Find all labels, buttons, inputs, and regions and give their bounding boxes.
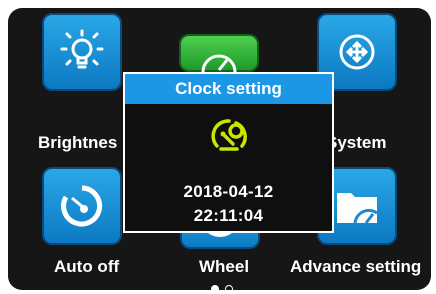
gauge-icon [201,54,237,72]
auto-off-label: Auto off [54,257,120,276]
system-arrows-icon [339,34,375,70]
dialog-time: 22:11:04 [193,206,264,225]
wheel-label: Wheel [199,257,250,276]
advance-setting-label: Advance setting [290,257,422,276]
page-dot-inactive[interactable] [225,285,233,290]
bulb-icon [60,29,104,69]
clock-setting-dialog: Clock setting 2018-04-12 22:11:04 [123,72,334,233]
brightness-label: Brightnes [38,133,118,152]
dialog-title: Clock setting [125,74,332,104]
dialog-date: 2018-04-12 [183,182,274,201]
page-dot-active[interactable] [211,285,219,290]
page-indicator [211,285,233,290]
screen: Brightnes System Auto off Wheel Advance … [8,8,431,290]
clock-setting-tile[interactable] [179,34,259,72]
gauge-wrench-icon [211,119,247,151]
auto-off-tile[interactable] [42,167,122,245]
folder-gauge-icon [337,193,378,224]
power-timer-icon [61,185,103,227]
system-label: System [326,133,387,152]
brightness-tile[interactable] [42,13,122,91]
